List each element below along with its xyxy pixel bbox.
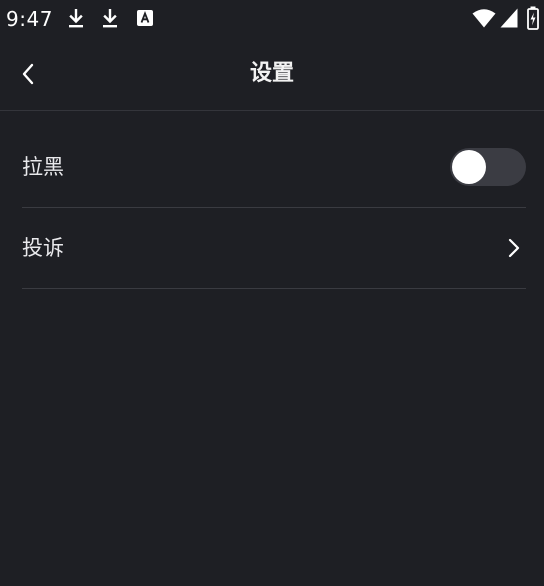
wifi-icon [472,9,496,28]
status-bar: 9:47 [0,0,544,38]
title-bar: 设置 [0,38,544,111]
report-setting-row[interactable]: 投诉 [22,208,526,289]
report-label: 投诉 [22,236,64,260]
block-toggle[interactable] [450,148,526,186]
toggle-knob [452,150,486,184]
signal-icon [500,8,518,28]
block-setting-row[interactable]: 拉黑 [22,127,526,208]
chevron-right-icon [506,236,522,260]
block-label: 拉黑 [22,155,64,179]
status-time: 9:47 [6,7,53,31]
download-icon [69,9,83,28]
a-box-icon [137,10,153,26]
battery-charging-icon [527,6,539,30]
page-title: 设置 [249,61,294,86]
settings-list: 拉黑 投诉 [22,127,526,289]
download-icon [103,9,117,28]
